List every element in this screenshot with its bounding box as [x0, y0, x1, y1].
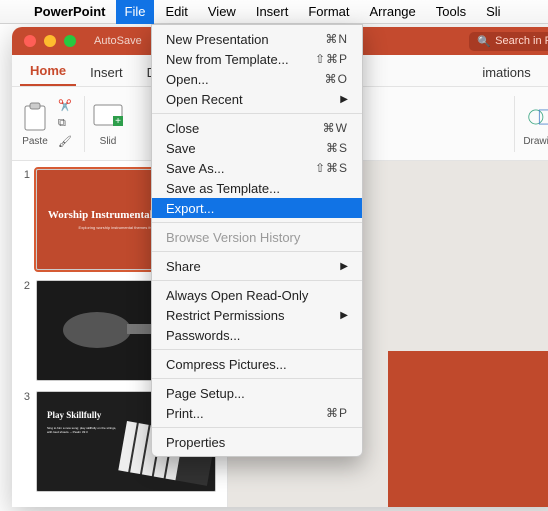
- menu-compress[interactable]: Compress Pictures...: [152, 354, 362, 374]
- thumb-number: 2: [18, 280, 30, 381]
- app-name[interactable]: PowerPoint: [26, 4, 114, 19]
- search-button[interactable]: 🔍 Search in P: [469, 32, 548, 51]
- chevron-right-icon: ▶: [340, 94, 348, 105]
- menu-format[interactable]: Format: [299, 0, 358, 24]
- menu-print[interactable]: Print...⌘P: [152, 403, 362, 423]
- close-icon[interactable]: [24, 35, 36, 47]
- thumb3-sub: Sing to him a new song; play skillfully …: [47, 426, 117, 434]
- thumb3-title: Play Skillfully: [47, 410, 101, 420]
- chevron-right-icon: ▶: [340, 261, 348, 272]
- menu-readonly[interactable]: Always Open Read-Only: [152, 285, 362, 305]
- separator: [84, 96, 85, 152]
- cut-icon[interactable]: ✂️: [58, 99, 76, 113]
- fullscreen-icon[interactable]: [64, 35, 76, 47]
- minimize-icon[interactable]: [44, 35, 56, 47]
- shapes-icon: [527, 100, 548, 134]
- menu-arrange[interactable]: Arrange: [361, 0, 425, 24]
- clipboard-icon: [20, 100, 50, 134]
- copy-icon[interactable]: ⧉: [58, 117, 76, 131]
- menu-share[interactable]: Share▶: [152, 256, 362, 276]
- tab-insert[interactable]: Insert: [80, 59, 133, 86]
- menu-save-as[interactable]: Save As...⇧⌘S: [152, 158, 362, 178]
- search-label: Search in P: [495, 35, 548, 47]
- menu-tools[interactable]: Tools: [427, 0, 475, 24]
- format-painter-icon[interactable]: 🖌: [58, 135, 76, 149]
- tab-home[interactable]: Home: [20, 57, 76, 86]
- menu-version-history: Browse Version History: [152, 227, 362, 247]
- menu-save[interactable]: Save⌘S: [152, 138, 362, 158]
- menu-file[interactable]: File: [116, 0, 155, 24]
- macos-menubar: PowerPoint File Edit View Insert Format …: [0, 0, 548, 24]
- svg-text:+: +: [115, 116, 121, 127]
- menu-new-template[interactable]: New from Template...⇧⌘P: [152, 49, 362, 69]
- menu-passwords[interactable]: Passwords...: [152, 325, 362, 345]
- paste-button[interactable]: Paste: [20, 100, 50, 147]
- chevron-right-icon: ▶: [340, 310, 348, 321]
- menu-separator: [152, 113, 362, 114]
- file-menu: New Presentation⌘N New from Template...⇧…: [151, 24, 363, 457]
- main-slide[interactable]: ship Instrument Scriptures Exploring wor…: [388, 351, 548, 507]
- menu-view[interactable]: View: [199, 0, 245, 24]
- clipboard-mini: ✂️ ⧉ 🖌: [58, 99, 76, 149]
- window-controls: [12, 35, 88, 47]
- search-icon: 🔍: [477, 35, 491, 48]
- drawing-button[interactable]: Drawing: [523, 100, 548, 147]
- menu-separator: [152, 427, 362, 428]
- menu-restrict[interactable]: Restrict Permissions▶: [152, 305, 362, 325]
- thumb-number: 3: [18, 391, 30, 492]
- menu-insert[interactable]: Insert: [247, 0, 298, 24]
- autosave-toggle[interactable]: AutoSave: [94, 35, 142, 47]
- menu-edit[interactable]: Edit: [156, 0, 196, 24]
- menu-open-recent[interactable]: Open Recent▶: [152, 89, 362, 109]
- menu-open[interactable]: Open...⌘O: [152, 69, 362, 89]
- slide-icon: +: [93, 100, 123, 134]
- menu-separator: [152, 280, 362, 281]
- menu-save-template[interactable]: Save as Template...: [152, 178, 362, 198]
- menu-separator: [152, 251, 362, 252]
- drawing-label: Drawing: [523, 136, 548, 147]
- menu-page-setup[interactable]: Page Setup...: [152, 383, 362, 403]
- menu-separator: [152, 349, 362, 350]
- new-slide-button[interactable]: + Slid: [93, 100, 123, 147]
- menu-slideshow-cut[interactable]: Sli: [477, 0, 509, 24]
- paste-label: Paste: [22, 136, 48, 147]
- menu-properties[interactable]: Properties: [152, 432, 362, 452]
- menu-new[interactable]: New Presentation⌘N: [152, 29, 362, 49]
- menu-separator: [152, 222, 362, 223]
- menu-close[interactable]: Close⌘W: [152, 118, 362, 138]
- separator: [514, 96, 515, 152]
- menu-separator: [152, 378, 362, 379]
- slide-label: Slid: [100, 136, 117, 147]
- tab-animations-cut[interactable]: imations: [472, 59, 540, 86]
- thumb-number: 1: [18, 169, 30, 270]
- menu-export[interactable]: Export...: [152, 198, 362, 218]
